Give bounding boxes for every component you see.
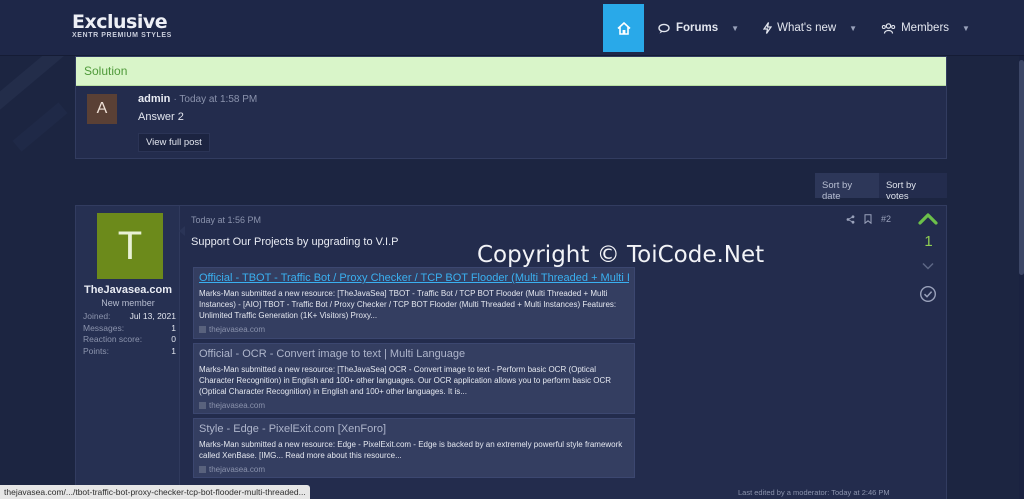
embed-source-label: thejavasea.com bbox=[209, 401, 266, 410]
solution-time[interactable]: · Today at 1:58 PM bbox=[173, 94, 257, 105]
home-icon bbox=[616, 21, 631, 35]
user-name[interactable]: TheJavasea.com bbox=[76, 284, 180, 296]
embed-source: thejavasea.com bbox=[199, 465, 629, 474]
favicon-icon bbox=[199, 402, 206, 409]
embed-title-link[interactable]: Style - Edge - PixelExit.com [XenForo] bbox=[199, 423, 629, 435]
bolt-icon bbox=[763, 22, 773, 34]
solution-text: Answer 2 bbox=[138, 111, 184, 123]
sort-tabs: Sort by date Sort by votes bbox=[815, 173, 947, 202]
solution-block: Solution A admin · Today at 1:58 PM Answ… bbox=[75, 56, 947, 159]
favicon-icon bbox=[199, 326, 206, 333]
post-number[interactable]: #2 bbox=[881, 214, 891, 224]
embed-description: Marks-Man submitted a new resource: Edge… bbox=[199, 440, 623, 460]
nav-home-button[interactable] bbox=[603, 4, 644, 52]
nav-members[interactable]: Members ▼ bbox=[867, 4, 980, 52]
embed-source-label: thejavasea.com bbox=[209, 325, 266, 334]
nav-whats-new[interactable]: What's new ▼ bbox=[749, 4, 867, 52]
share-icon[interactable] bbox=[846, 214, 855, 224]
stat-value: Jul 13, 2021 bbox=[129, 311, 176, 321]
embed-description: Marks-Man submitted a new resource: [The… bbox=[199, 365, 611, 396]
link-embed[interactable]: Style - Edge - PixelExit.com [XenForo] M… bbox=[193, 418, 635, 478]
avatar[interactable]: A bbox=[87, 94, 117, 124]
watermark: Copyright © ToiCode.Net bbox=[477, 242, 765, 268]
stat-key: Points: bbox=[83, 345, 109, 356]
embed-source-label: thejavasea.com bbox=[209, 465, 266, 474]
nav-forums[interactable]: Forums ▼ bbox=[644, 4, 749, 52]
upvote-icon[interactable] bbox=[918, 212, 938, 226]
avatar[interactable]: T bbox=[97, 213, 163, 279]
embed-description: Marks-Man submitted a new resource: [The… bbox=[199, 289, 617, 320]
stat-value: 0 bbox=[171, 334, 176, 344]
view-full-post-button[interactable]: View full post bbox=[138, 133, 210, 152]
message-pointer bbox=[179, 226, 185, 236]
chevron-down-icon[interactable]: ▼ bbox=[849, 24, 857, 33]
favicon-icon bbox=[199, 466, 206, 473]
solution-heading: Solution bbox=[76, 57, 946, 86]
stat-key: Messages: bbox=[83, 322, 125, 333]
last-edited-note: Last edited by a moderator: Today at 2:4… bbox=[738, 488, 890, 497]
link-embed[interactable]: Official - OCR - Convert image to text |… bbox=[193, 343, 635, 414]
browser-status-bar: thejavasea.com/.../tbot-traffic-bot-prox… bbox=[0, 485, 310, 499]
nav-whats-new-label: What's new bbox=[777, 22, 837, 34]
stat-value[interactable]: 1 bbox=[171, 323, 176, 335]
embed-title-link[interactable]: Official - TBOT - Traffic Bot / Proxy Ch… bbox=[199, 272, 629, 284]
stat-row: Points: 1 bbox=[83, 346, 176, 358]
solution-body: admin · Today at 1:58 PM Answer 2 bbox=[138, 93, 257, 123]
scrollbar-thumb[interactable] bbox=[1019, 60, 1024, 275]
stat-value: 1 bbox=[171, 345, 176, 356]
bookmark-icon[interactable] bbox=[864, 214, 872, 224]
vote-count: 1 bbox=[924, 233, 933, 250]
stat-key: Reaction score: bbox=[83, 334, 143, 344]
main-nav: Forums ▼ What's new ▼ Members ▼ bbox=[603, 4, 980, 52]
embed-source: thejavasea.com bbox=[199, 401, 629, 410]
link-embed[interactable]: Official - TBOT - Traffic Bot / Proxy Ch… bbox=[193, 267, 635, 339]
mark-solution-icon[interactable] bbox=[919, 285, 937, 303]
vote-column: 1 bbox=[910, 206, 947, 499]
nav-members-label: Members bbox=[901, 22, 950, 34]
tab-sort-by-votes[interactable]: Sort by votes bbox=[879, 173, 947, 202]
user-title: New member bbox=[101, 298, 155, 308]
site-logo[interactable]: Exclusive XENTR PREMIUM STYLES bbox=[72, 12, 172, 39]
site-header: Exclusive XENTR PREMIUM STYLES Forums ▼ … bbox=[0, 0, 1024, 56]
downvote-icon[interactable] bbox=[922, 262, 934, 270]
chevron-down-icon[interactable]: ▼ bbox=[731, 24, 739, 33]
user-stats: Joined: Jul 13, 2021 Messages: 1 Reactio… bbox=[83, 311, 176, 357]
stat-row: Reaction score: 0 bbox=[83, 334, 176, 346]
logo-subtitle: XENTR PREMIUM STYLES bbox=[72, 32, 172, 39]
stat-key: Joined: bbox=[83, 311, 111, 321]
chat-icon bbox=[658, 23, 670, 33]
users-icon bbox=[881, 22, 896, 34]
post-title: Support Our Projects by upgrading to V.I… bbox=[191, 236, 399, 248]
tab-sort-by-date[interactable]: Sort by date bbox=[815, 173, 879, 202]
background-decoration bbox=[12, 102, 68, 152]
embed-source: thejavasea.com bbox=[199, 325, 629, 334]
embed-title-link[interactable]: Official - OCR - Convert image to text |… bbox=[199, 348, 629, 360]
stat-row: Messages: 1 bbox=[83, 323, 176, 335]
user-column: T TheJavasea.com New member Joined: Jul … bbox=[76, 206, 180, 499]
solution-author[interactable]: admin bbox=[138, 93, 170, 105]
logo-title: Exclusive bbox=[72, 11, 168, 33]
stat-row: Joined: Jul 13, 2021 bbox=[83, 311, 176, 323]
post-time[interactable]: Today at 1:56 PM bbox=[191, 215, 261, 225]
post-actions: #2 bbox=[846, 214, 891, 224]
chevron-down-icon[interactable]: ▼ bbox=[962, 24, 970, 33]
post: T TheJavasea.com New member Joined: Jul … bbox=[75, 205, 947, 499]
nav-forums-label: Forums bbox=[676, 22, 719, 34]
